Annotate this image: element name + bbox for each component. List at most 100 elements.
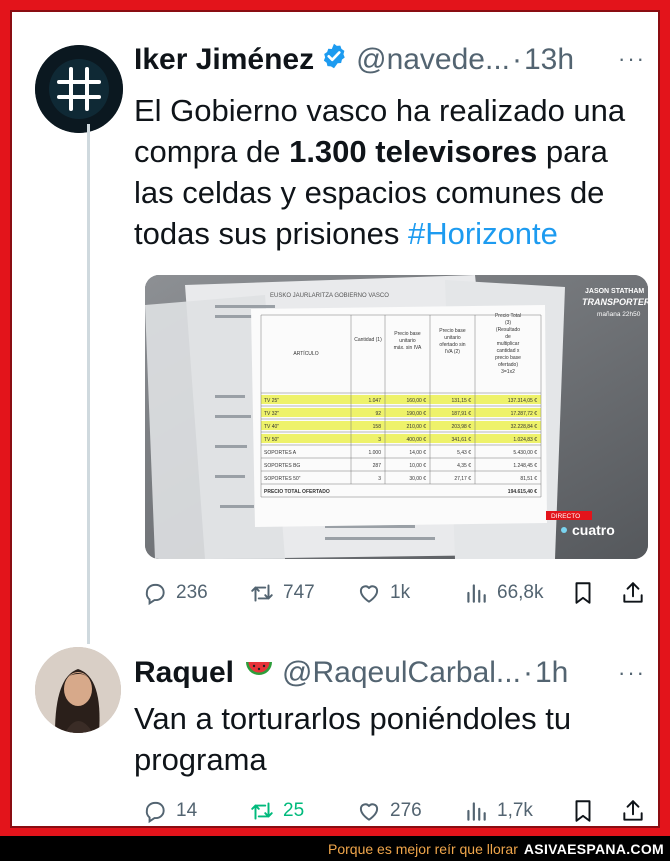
share-button[interactable] — [620, 580, 654, 606]
tweet-actions: 14 25 276 1,7k — [142, 791, 654, 826]
table-header-cell: Cantidad (1) — [354, 337, 382, 343]
promo-line-1: JASON STATHAM — [585, 288, 644, 295]
views-chart-icon — [467, 802, 486, 821]
more-options-icon[interactable]: ··· — [618, 660, 646, 686]
row-highlight — [261, 434, 541, 443]
hashtag-logo-icon — [35, 45, 123, 133]
promo-line-2: TRANSPORTER — [582, 297, 648, 307]
views-chart-icon — [467, 584, 486, 603]
table-cell-max: 400,00 € — [407, 437, 427, 443]
bookmark-button[interactable] — [570, 580, 604, 606]
table-cell-total: 137.314,05 € — [508, 398, 537, 404]
table-header-cell: máx. sin IVA — [394, 345, 422, 351]
verified-badge-icon — [320, 42, 348, 78]
table-cell-item: TV 25" — [264, 398, 279, 404]
table-header-articulo: ARTÍCULO — [293, 350, 318, 357]
table-cell-offer: 187,91 € — [452, 411, 472, 417]
table-header-cell: ofertado) — [498, 362, 518, 368]
table-header-cell: IVA (2) — [445, 349, 460, 355]
retweet-button[interactable]: 747 — [249, 580, 315, 606]
channel-logo: cuatro — [572, 522, 615, 538]
reply-count: 14 — [176, 800, 198, 821]
heart-icon — [359, 803, 379, 821]
table-cell-offer: 131,15 € — [452, 398, 472, 404]
watermelon-emoji-icon — [244, 656, 274, 690]
author-name[interactable]: Iker Jiménez — [134, 43, 314, 77]
avatar-iker[interactable] — [35, 45, 123, 133]
hashtag-link[interactable]: #Horizonte — [408, 216, 558, 251]
table-cell-total: 32.228,84 € — [511, 424, 538, 430]
bookmark-icon — [575, 800, 591, 822]
row-highlight — [261, 408, 541, 417]
table-header-cell: Precio base — [439, 328, 466, 334]
tweet-iker[interactable]: Iker Jiménez @navede... · 13h ··· El Gob… — [12, 12, 658, 644]
table-cell-qty: 1.000 — [368, 450, 381, 456]
heart-icon — [359, 585, 379, 603]
retweet-count: 25 — [283, 800, 305, 821]
table-header-cell: multiplicar — [497, 341, 520, 347]
like-button[interactable]: 1k — [356, 580, 410, 606]
table-header-cell: precio base — [495, 355, 521, 361]
table-cell-max: 210,00 € — [407, 424, 427, 430]
table-header-cell: ofertado sin — [439, 342, 465, 348]
footer-site[interactable]: ASIVAESPANA.COM — [524, 841, 664, 857]
share-icon — [623, 800, 643, 821]
table-cell-qty: 3 — [378, 476, 381, 482]
table-cell-max: 10,00 € — [409, 463, 426, 469]
reply-count: 236 — [176, 582, 208, 603]
table-cell-total: 17.287,72 € — [511, 411, 538, 417]
views-button[interactable]: 66,8k — [463, 580, 543, 606]
avatar-raquel[interactable] — [35, 647, 121, 733]
separator-dot: · — [522, 656, 533, 689]
more-options-icon[interactable]: ··· — [618, 46, 646, 72]
table-cell-offer: 27,17 € — [454, 476, 471, 482]
tweet-raquel[interactable]: Raquel @RaqeulCarbal... · 1h ··· Van a t… — [12, 642, 658, 826]
table-total-label: PRECIO TOTAL OFERTADO — [264, 489, 330, 495]
table-cell-total: 5.430,00 € — [513, 450, 537, 456]
table-cell-total: 1.024,83 € — [513, 437, 537, 443]
table-cell-item: SOPORTES A — [264, 450, 297, 456]
table-cell-max: 190,00 € — [407, 411, 427, 417]
retweet-count: 747 — [283, 582, 315, 603]
table-cell-item: SOPORTES BG — [264, 463, 300, 469]
table-cell-total: 1.248,45 € — [513, 463, 537, 469]
tweet-header: Iker Jiménez @navede... · 13h — [134, 42, 574, 78]
table-cell-offer: 203,98 € — [452, 424, 472, 430]
tweet-text: Van a torturarlos poniéndoles tu program… — [134, 701, 572, 777]
separator-dot: · — [512, 43, 522, 76]
table-cell-item: TV 50" — [264, 437, 279, 443]
reply-button[interactable]: 236 — [142, 580, 208, 606]
tweet-time[interactable]: 1h — [535, 656, 568, 690]
reply-button[interactable]: 14 — [142, 798, 197, 824]
bookmark-button[interactable] — [570, 798, 604, 824]
tweet-time[interactable]: 13h — [524, 43, 574, 77]
table-cell-total: 81,51 € — [520, 476, 537, 482]
table-cell-item: TV 32" — [264, 411, 279, 417]
like-button[interactable]: 276 — [356, 798, 422, 824]
author-handle[interactable]: @RaqeulCarbal... — [282, 656, 521, 690]
retweet-button[interactable]: 25 — [249, 798, 304, 824]
table-header-cell: unitario — [444, 335, 461, 341]
table-header-cell: Precio base — [394, 331, 421, 337]
share-icon — [623, 582, 643, 603]
channel-dot-icon — [561, 527, 567, 533]
table-cell-offer: 5,43 € — [457, 450, 471, 456]
author-handle[interactable]: @navede... — [356, 43, 510, 77]
table-header-cell: 3=1x2 — [501, 369, 515, 375]
footer-slogan: Porque es mejor reír que llorar — [328, 840, 518, 857]
live-label: DIRECTO — [551, 513, 580, 520]
doc-letterhead: EUSKO JAURLARITZA GOBIERNO VASCO — [270, 293, 389, 299]
profile-photo — [35, 647, 121, 733]
promo-line-3: mañana 22h50 — [597, 311, 641, 318]
tweet-image[interactable]: EUSKO JAURLARITZA GOBIERNO VASCO ARTÍCUL… — [145, 275, 648, 559]
views-count: 66,8k — [497, 582, 544, 603]
table-cell-offer: 4,35 € — [457, 463, 471, 469]
row-highlight — [261, 395, 541, 404]
screenshot-frame: Iker Jiménez @navede... · 13h ··· El Gob… — [10, 10, 660, 828]
share-button[interactable] — [620, 798, 654, 824]
author-name[interactable]: Raquel — [134, 656, 234, 690]
table-cell-qty: 1.047 — [368, 398, 381, 404]
views-button[interactable]: 1,7k — [463, 798, 533, 824]
tweet-actions: 236 747 1k 66,8k — [142, 573, 652, 613]
table-cell-qty: 92 — [375, 411, 381, 417]
